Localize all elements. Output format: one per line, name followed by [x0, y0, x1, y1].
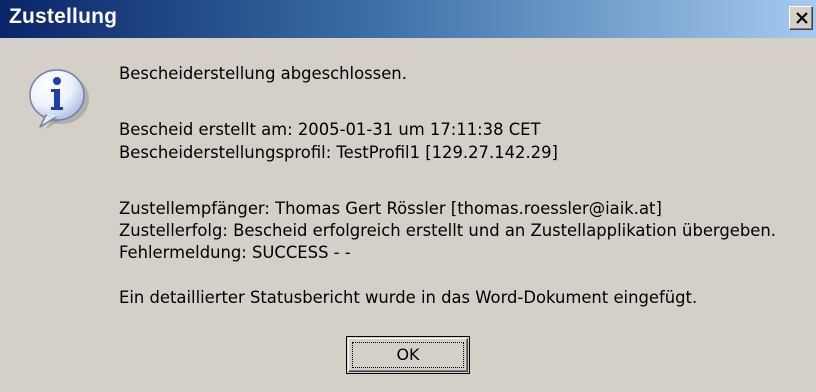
close-icon: [796, 12, 808, 24]
title-bar[interactable]: Zustellung: [0, 0, 816, 38]
message-line-2: Bescheid erstellt am: 2005-01-31 um 17:1…: [119, 120, 541, 139]
window-title: Zustellung: [9, 5, 118, 28]
close-button[interactable]: [789, 6, 813, 30]
ok-button-label: OK: [396, 345, 420, 364]
message-line-1: Bescheiderstellung abgeschlossen.: [119, 64, 407, 83]
message-dialog: Zustellung Bescheiderstellung abgeschlos…: [0, 0, 816, 392]
message-line-3: Bescheiderstellungsprofil: TestProfil1 […: [119, 143, 558, 162]
ok-button[interactable]: OK: [346, 336, 470, 374]
message-line-6: Fehlermeldung: SUCCESS - -: [119, 243, 351, 262]
message-line-5: Zustellerfolg: Bescheid erfolgreich erst…: [119, 221, 776, 240]
message-line-4: Zustellempfänger: Thomas Gert Rössler [t…: [119, 199, 662, 218]
info-icon: [22, 66, 92, 130]
message-line-7: Ein detaillierter Statusbericht wurde in…: [119, 288, 698, 307]
